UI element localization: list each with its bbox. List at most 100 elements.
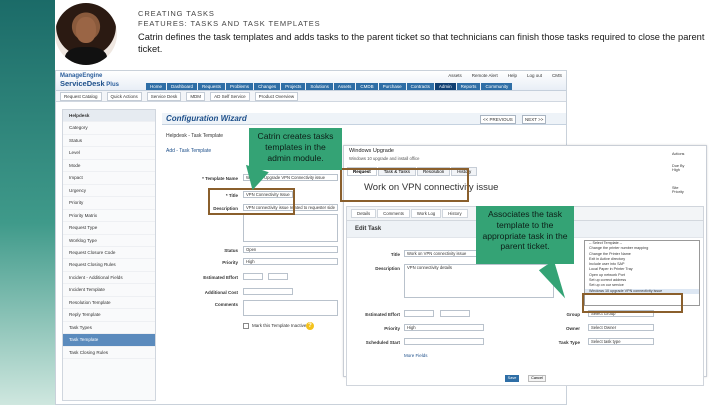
nav-admin[interactable]: Admin bbox=[434, 83, 456, 90]
top-link-help[interactable]: Help bbox=[508, 73, 517, 78]
help-icon[interactable]: ? bbox=[306, 322, 314, 330]
avatar-face bbox=[76, 17, 96, 43]
sub-breadcrumb: Add - Task Template bbox=[166, 148, 212, 154]
tree-item-impact[interactable]: Impact bbox=[63, 172, 155, 185]
logo-main: ServiceDesk bbox=[60, 79, 105, 88]
wizard-title: Configuration Wizard bbox=[166, 114, 247, 123]
nav-projects[interactable]: Projects bbox=[281, 83, 306, 90]
task-est-label: Estimated Effort bbox=[365, 312, 400, 317]
tree-item-mode[interactable]: Mode bbox=[63, 160, 155, 173]
next-button[interactable]: NEXT >> bbox=[522, 115, 547, 124]
subbar-request-catalog[interactable]: Request Catalog bbox=[60, 91, 102, 101]
nav-requests[interactable]: Requests bbox=[198, 83, 226, 90]
effort-minutes-field[interactable] bbox=[268, 273, 288, 280]
task-tab-history[interactable]: History bbox=[442, 209, 468, 218]
sub-toolbar: Request Catalog Quick Actions Service De… bbox=[56, 91, 566, 102]
nav-cmdb[interactable]: CMDB bbox=[356, 83, 378, 90]
cancel-button[interactable]: Cancel bbox=[528, 375, 546, 382]
tree-item-priority[interactable]: Priority bbox=[63, 197, 155, 210]
task-est-hours[interactable] bbox=[404, 310, 434, 317]
previous-button[interactable]: << PREVIOUS bbox=[480, 115, 516, 124]
request-side-panel: Actions Due By High Site Priority bbox=[672, 152, 704, 194]
slide-description: Catrin defines the task templates and ad… bbox=[138, 32, 705, 54]
inactive-checkbox-label: Mark this Template Inactive bbox=[252, 323, 307, 328]
task-owner-select[interactable]: Select Owner bbox=[588, 324, 654, 331]
effort-hours-field[interactable] bbox=[243, 273, 263, 280]
subbar-mdm[interactable]: MDM bbox=[186, 91, 206, 101]
tree-item-level[interactable]: Level bbox=[63, 147, 155, 160]
more-fields-link[interactable]: More Fields bbox=[404, 353, 428, 358]
top-link-logout[interactable]: Log out bbox=[527, 73, 542, 78]
tree-item-priority-matrix[interactable]: Priority Matrix bbox=[63, 210, 155, 223]
slide-header: CREATING TASKS FEATURES: TASKS AND TASK … bbox=[138, 9, 708, 55]
priority-select[interactable]: High bbox=[243, 258, 338, 265]
nav-changes[interactable]: Changes bbox=[254, 83, 281, 90]
task-tab-details[interactable]: Details bbox=[351, 209, 377, 218]
task-owner-label: Owner bbox=[565, 326, 580, 331]
additional-cost-label: Additional Cost bbox=[204, 290, 238, 295]
side-actions[interactable]: Actions bbox=[672, 152, 704, 156]
nav-community[interactable]: Community bbox=[481, 83, 513, 90]
tree-item-closing-rules[interactable]: Request Closing Rules bbox=[63, 259, 155, 272]
presenter-avatar bbox=[55, 3, 117, 65]
nav-problems[interactable]: Problems bbox=[226, 83, 254, 90]
dropdown-highlight-box bbox=[582, 293, 683, 313]
side-high: High bbox=[672, 168, 680, 172]
tree-item-category[interactable]: Category bbox=[63, 122, 155, 135]
inactive-checkbox[interactable] bbox=[243, 323, 249, 329]
nav-purchase[interactable]: Purchase bbox=[378, 83, 406, 90]
subbar-ad-self-service[interactable]: AD Self Service bbox=[210, 91, 250, 101]
nav-assets[interactable]: Assets bbox=[333, 83, 356, 90]
task-tab-comments[interactable]: Comments bbox=[377, 209, 410, 218]
tree-item-request-type[interactable]: Request Type bbox=[63, 222, 155, 235]
tree-item-status[interactable]: Status bbox=[63, 135, 155, 148]
nav-dashboard[interactable]: Dashboard bbox=[167, 83, 198, 90]
nav-home[interactable]: Home bbox=[146, 83, 167, 90]
task-sched-field[interactable] bbox=[404, 338, 484, 345]
callout-one: Catrin creates tasks templates in the ad… bbox=[249, 128, 342, 170]
task-priority-label: Priority bbox=[384, 326, 400, 331]
tree-item-urgency[interactable]: Urgency bbox=[63, 185, 155, 198]
tree-item-closure-code[interactable]: Request Closure Code bbox=[63, 247, 155, 260]
nav-contracts[interactable]: Contracts bbox=[406, 83, 434, 90]
task-type-select[interactable]: Select task type bbox=[588, 338, 654, 345]
tree-item-incident-fields[interactable]: Incident - Additional Fields bbox=[63, 272, 155, 285]
subbar-product-overview[interactable]: Product Overview bbox=[254, 91, 299, 101]
tree-item-resolution-template[interactable]: Resolution Template bbox=[63, 297, 155, 310]
top-link-assets[interactable]: Assets bbox=[448, 73, 462, 78]
nav-solutions[interactable]: Solutions bbox=[306, 83, 333, 90]
task-tab-worklog[interactable]: Work Log bbox=[410, 209, 442, 218]
description-textarea[interactable] bbox=[243, 214, 338, 242]
subbar-service-desk[interactable]: Service Desk bbox=[146, 91, 182, 101]
save-button[interactable]: Save bbox=[505, 375, 519, 382]
status-select[interactable]: Open bbox=[243, 246, 338, 253]
tree-item-incident-template[interactable]: Incident Template bbox=[63, 284, 155, 297]
title-highlight-box bbox=[208, 188, 295, 215]
tree-header: Helpdesk bbox=[63, 110, 155, 123]
task-heading-highlight-box bbox=[340, 168, 469, 202]
top-link-cms[interactable]: CMS bbox=[552, 73, 562, 78]
wizard-bar: Configuration Wizard << PREVIOUS NEXT >> bbox=[162, 113, 566, 125]
tree-item-task-types[interactable]: Task Types bbox=[63, 322, 155, 335]
top-link-remote[interactable]: Remote Alert bbox=[472, 73, 498, 78]
nav-reports[interactable]: Reports bbox=[456, 83, 481, 90]
task-type-label: Task Type bbox=[558, 340, 580, 345]
task-desc-label: Description bbox=[375, 266, 400, 271]
comments-field[interactable] bbox=[243, 300, 338, 316]
app-header: ManageEngine ServiceDesk Plus Home Dashb… bbox=[56, 71, 566, 91]
task-priority-select[interactable]: High bbox=[404, 324, 484, 331]
side-priority: Priority bbox=[672, 190, 684, 194]
subbar-quick-actions[interactable]: Quick Actions bbox=[106, 91, 142, 101]
task-title-label: Title bbox=[390, 252, 400, 257]
tree-item-task-template[interactable]: Task Template bbox=[63, 334, 155, 347]
main-nav: Home Dashboard Requests Problems Changes… bbox=[146, 83, 513, 90]
logo-suffix: Plus bbox=[106, 82, 119, 88]
task-est-minutes[interactable] bbox=[440, 310, 470, 317]
task-desc-field[interactable]: VPN connectivity details bbox=[404, 264, 554, 298]
tree-item-worklog-type[interactable]: Worklog Type bbox=[63, 235, 155, 247]
request-subtitle: Windows 10 upgrade and install office bbox=[349, 156, 420, 161]
avatar-body bbox=[65, 47, 107, 65]
tree-item-task-closing-rules[interactable]: Task Closing Rules bbox=[63, 347, 155, 360]
tree-item-reply-template[interactable]: Reply Template bbox=[63, 309, 155, 322]
additional-cost-field[interactable] bbox=[243, 288, 293, 295]
